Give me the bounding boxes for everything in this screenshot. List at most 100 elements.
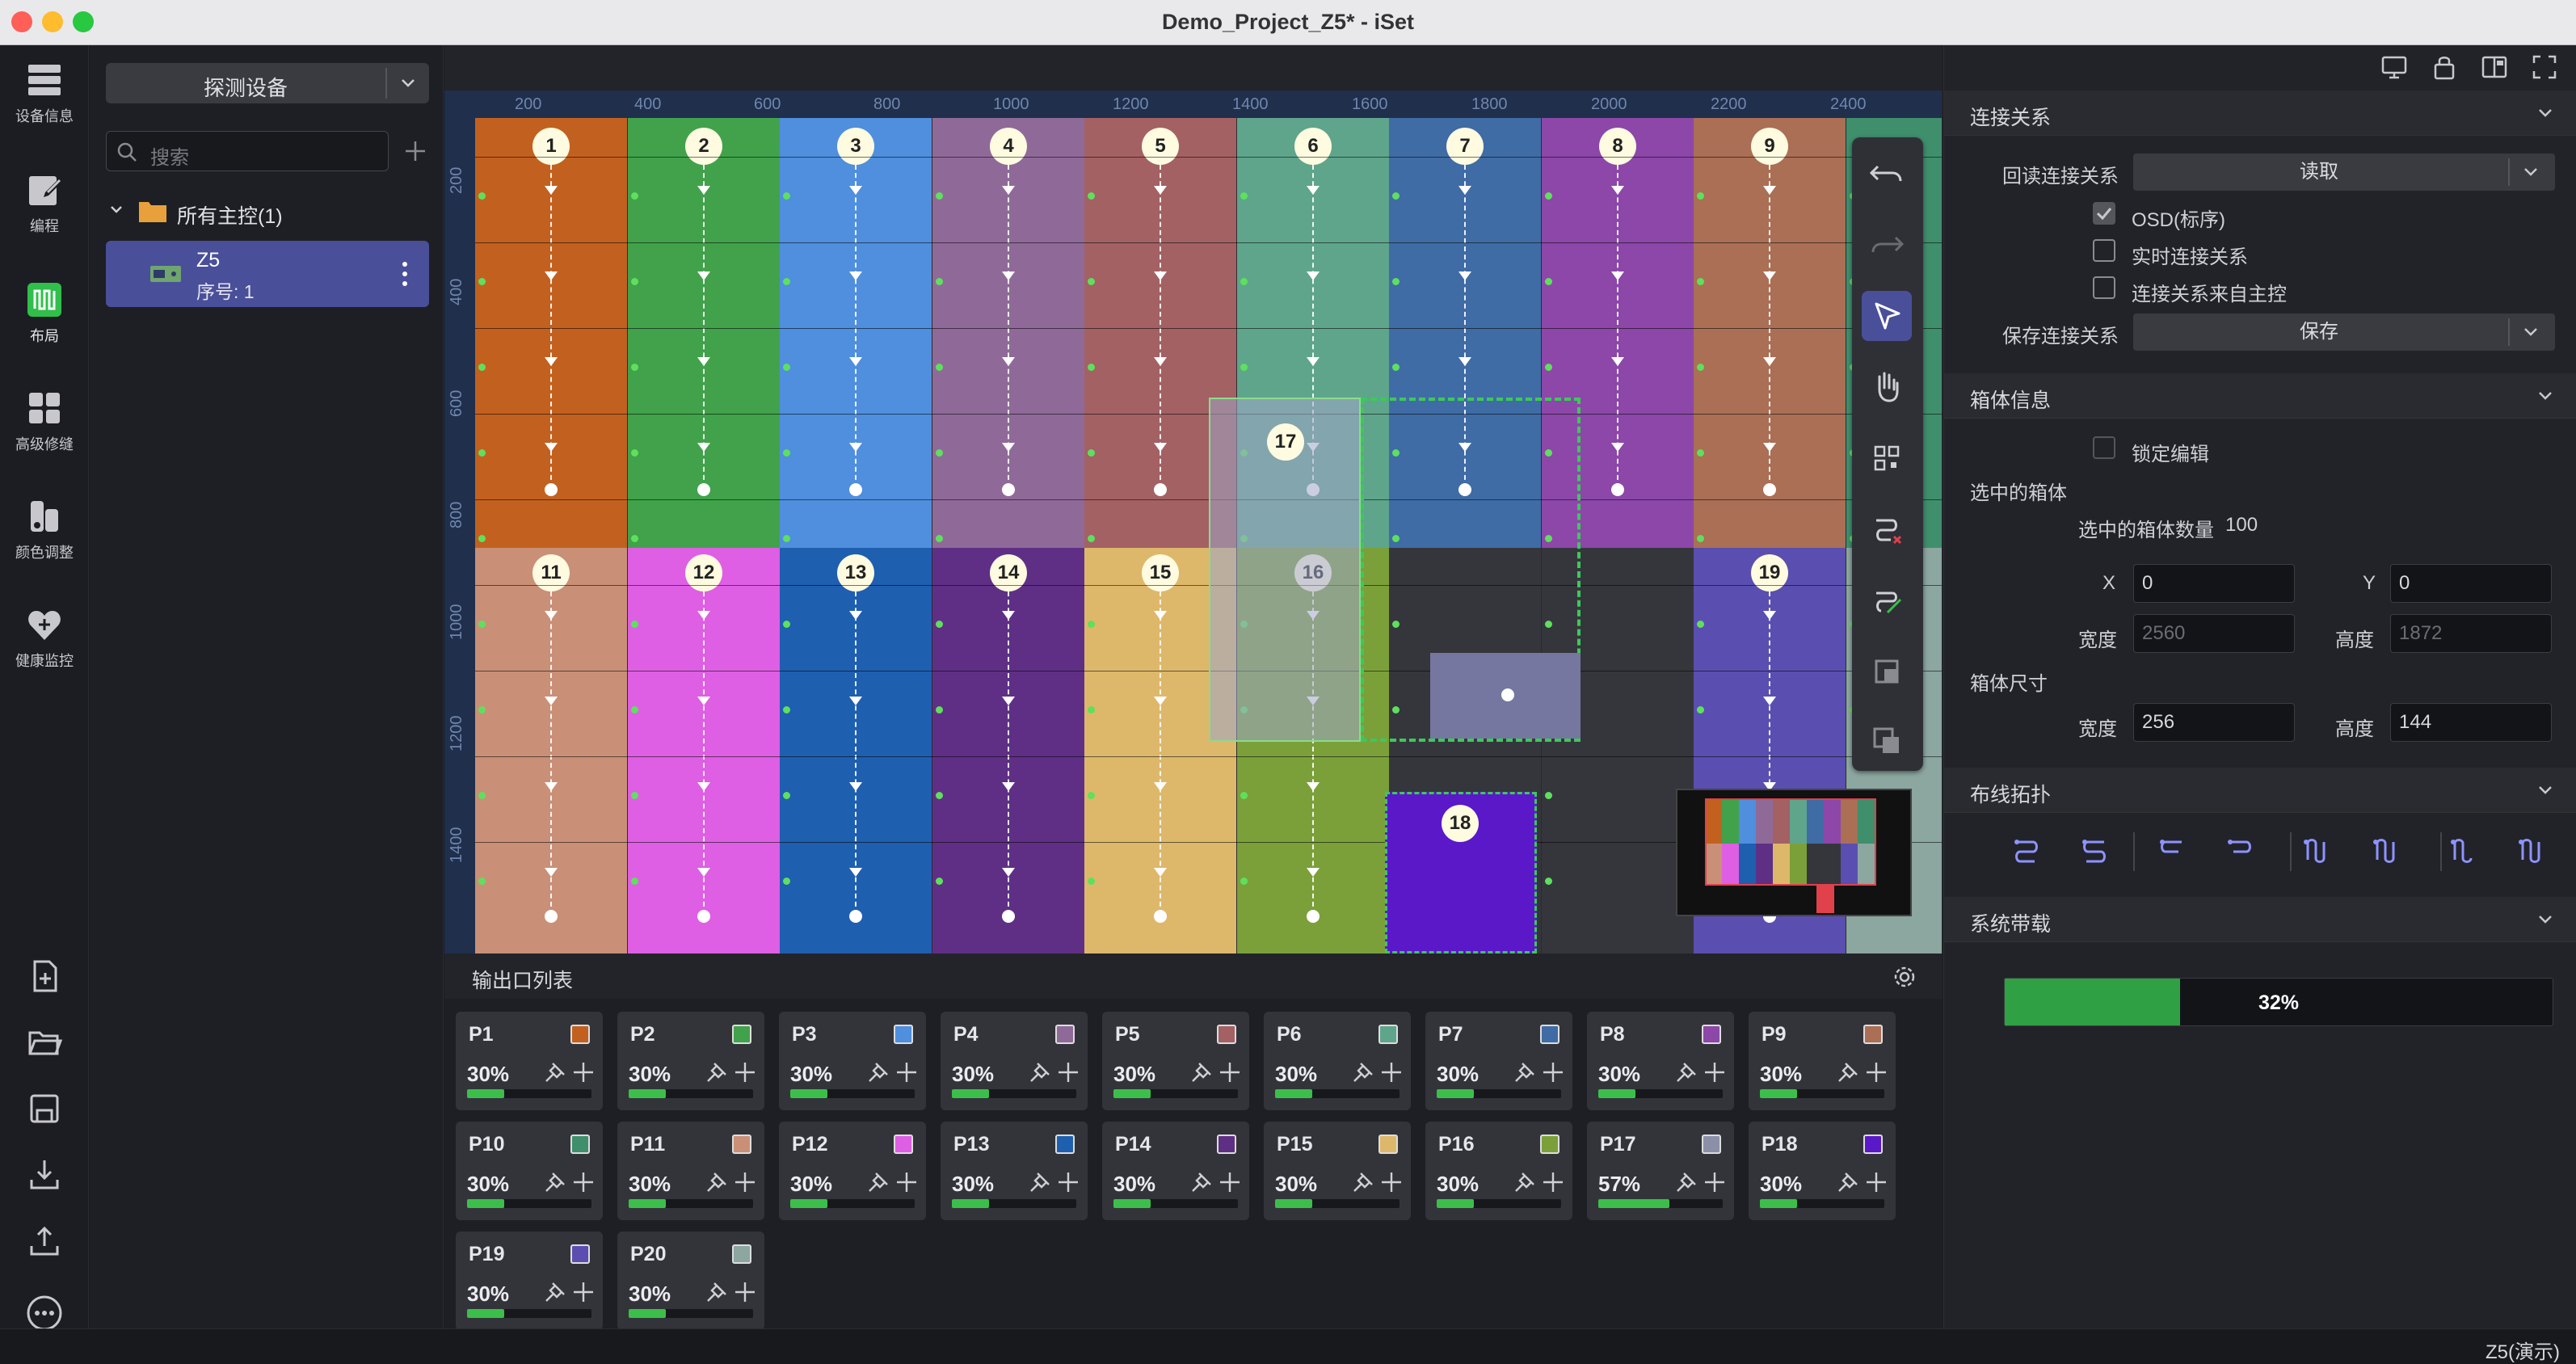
add-icon[interactable] xyxy=(572,1171,595,1194)
new-file-icon[interactable] xyxy=(27,958,62,994)
remove-connection-button[interactable] xyxy=(1862,504,1912,554)
port-color-swatch[interactable] xyxy=(894,1135,913,1154)
nav-item-layout[interactable]: 布局 xyxy=(0,281,89,346)
layer-button[interactable] xyxy=(1862,716,1912,766)
output-port-card[interactable]: P11 30% xyxy=(617,1122,764,1220)
pin-icon[interactable] xyxy=(543,1060,567,1084)
output-port-card[interactable]: P1 30% xyxy=(456,1012,603,1110)
from-master-checkbox[interactable] xyxy=(2093,276,2115,299)
add-icon[interactable] xyxy=(1703,1061,1726,1084)
osd-checkbox[interactable] xyxy=(2093,202,2115,225)
chevron-down-icon[interactable] xyxy=(2523,166,2539,179)
draw-connection-button[interactable] xyxy=(1862,575,1912,625)
topology-wiring-icon[interactable] xyxy=(2010,836,2043,868)
pin-icon[interactable] xyxy=(1836,1060,1860,1084)
topology-wiring-icon[interactable] xyxy=(2515,836,2547,868)
read-button[interactable]: 读取 xyxy=(2133,154,2555,191)
port-color-swatch[interactable] xyxy=(1702,1025,1721,1044)
port-color-swatch[interactable] xyxy=(1702,1135,1721,1154)
realtime-checkbox[interactable] xyxy=(2093,239,2115,262)
size-width-input[interactable]: 256 xyxy=(2133,703,2295,742)
chevron-down-icon[interactable] xyxy=(2523,326,2539,339)
port-color-swatch[interactable] xyxy=(1863,1025,1883,1044)
pin-icon[interactable] xyxy=(1351,1170,1375,1194)
pin-icon[interactable] xyxy=(705,1170,729,1194)
layout-canvas[interactable]: 111212313414515616789191718 xyxy=(475,118,1942,954)
add-icon[interactable] xyxy=(1542,1171,1564,1194)
output-port-card[interactable]: P18 30% xyxy=(1749,1122,1896,1220)
port-color-swatch[interactable] xyxy=(1863,1135,1883,1154)
output-port-card[interactable]: P3 30% xyxy=(779,1012,926,1110)
chevron-down-icon[interactable] xyxy=(400,77,416,90)
port-color-swatch[interactable] xyxy=(570,1025,590,1044)
output-port-card[interactable]: P16 30% xyxy=(1425,1122,1572,1220)
port-color-swatch[interactable] xyxy=(1217,1135,1236,1154)
nav-item-advanced-seam[interactable]: 高级修缝 xyxy=(0,389,89,454)
select-tool-button[interactable] xyxy=(1862,291,1912,341)
port-color-swatch[interactable] xyxy=(1540,1025,1559,1044)
nav-item-edit[interactable]: 编程 xyxy=(0,171,89,236)
pin-icon[interactable] xyxy=(1674,1170,1698,1194)
output-port-card[interactable]: P15 30% xyxy=(1264,1122,1411,1220)
chevron-down-icon[interactable] xyxy=(2537,913,2553,926)
output-port-card[interactable]: P8 30% xyxy=(1587,1012,1734,1110)
y-input[interactable]: 0 xyxy=(2390,564,2552,603)
port-color-swatch[interactable] xyxy=(894,1025,913,1044)
port-color-swatch[interactable] xyxy=(732,1135,751,1154)
output-port-card[interactable]: P12 30% xyxy=(779,1122,926,1220)
add-icon[interactable] xyxy=(1380,1171,1403,1194)
add-icon[interactable] xyxy=(1219,1061,1241,1084)
device-card-z5[interactable]: Z5 序号: 1 xyxy=(106,241,429,307)
add-icon[interactable] xyxy=(734,1281,756,1303)
output-port-card[interactable]: P9 30% xyxy=(1749,1012,1896,1110)
redo-button[interactable] xyxy=(1862,220,1912,270)
port-color-swatch[interactable] xyxy=(732,1025,751,1044)
pin-icon[interactable] xyxy=(1189,1060,1214,1084)
topology-wiring-icon[interactable] xyxy=(2447,836,2479,868)
pin-icon[interactable] xyxy=(1513,1060,1537,1084)
section-bandwidth[interactable]: 系统带载 xyxy=(1944,897,2576,942)
port-color-swatch[interactable] xyxy=(1378,1025,1398,1044)
panel-toggle-icon[interactable] xyxy=(2481,53,2508,81)
search-field[interactable]: 搜索 xyxy=(106,131,389,171)
port-color-swatch[interactable] xyxy=(570,1244,590,1264)
monitor-icon[interactable] xyxy=(2380,53,2408,81)
export-icon[interactable] xyxy=(27,1223,62,1259)
section-topology[interactable]: 布线拓扑 xyxy=(1944,768,2576,813)
nav-item-device-info[interactable]: 设备信息 xyxy=(0,61,89,126)
port-color-swatch[interactable] xyxy=(1378,1135,1398,1154)
add-icon[interactable] xyxy=(1865,1061,1888,1084)
hand-tool-button[interactable] xyxy=(1862,362,1912,412)
lock-edit-checkbox[interactable] xyxy=(2093,436,2115,459)
port-color-swatch[interactable] xyxy=(732,1244,751,1264)
pin-icon[interactable] xyxy=(866,1170,890,1194)
chevron-down-icon[interactable] xyxy=(2537,784,2553,797)
size-height-input[interactable]: 144 xyxy=(2390,703,2552,742)
add-icon[interactable] xyxy=(572,1281,595,1303)
undo-button[interactable] xyxy=(1862,149,1912,199)
pin-icon[interactable] xyxy=(543,1280,567,1304)
add-icon[interactable] xyxy=(1219,1171,1241,1194)
output-port-card[interactable]: P2 30% xyxy=(617,1012,764,1110)
save-connection-button[interactable]: 保存 xyxy=(2133,314,2555,351)
nav-item-health-monitor[interactable]: 健康监控 xyxy=(0,606,89,671)
add-icon[interactable] xyxy=(403,139,427,163)
pin-icon[interactable] xyxy=(1836,1170,1860,1194)
output-port-card[interactable]: P6 30% xyxy=(1264,1012,1411,1110)
section-connection[interactable]: 连接关系 xyxy=(1944,91,2576,136)
pin-icon[interactable] xyxy=(705,1060,729,1084)
output-port-card[interactable]: P20 30% xyxy=(617,1231,764,1330)
fullscreen-icon[interactable] xyxy=(2531,53,2558,81)
add-icon[interactable] xyxy=(1865,1171,1888,1194)
pin-icon[interactable] xyxy=(1028,1060,1052,1084)
gear-icon[interactable] xyxy=(1892,965,1917,989)
grid-select-button[interactable] xyxy=(1862,433,1912,483)
section-cabinet-info[interactable]: 箱体信息 xyxy=(1944,373,2576,419)
chevron-down-icon[interactable] xyxy=(2537,107,2553,120)
pin-icon[interactable] xyxy=(1351,1060,1375,1084)
pin-icon[interactable] xyxy=(543,1170,567,1194)
lock-icon[interactable] xyxy=(2431,53,2458,81)
port-color-swatch[interactable] xyxy=(570,1135,590,1154)
port-color-swatch[interactable] xyxy=(1217,1025,1236,1044)
port-color-swatch[interactable] xyxy=(1055,1025,1075,1044)
